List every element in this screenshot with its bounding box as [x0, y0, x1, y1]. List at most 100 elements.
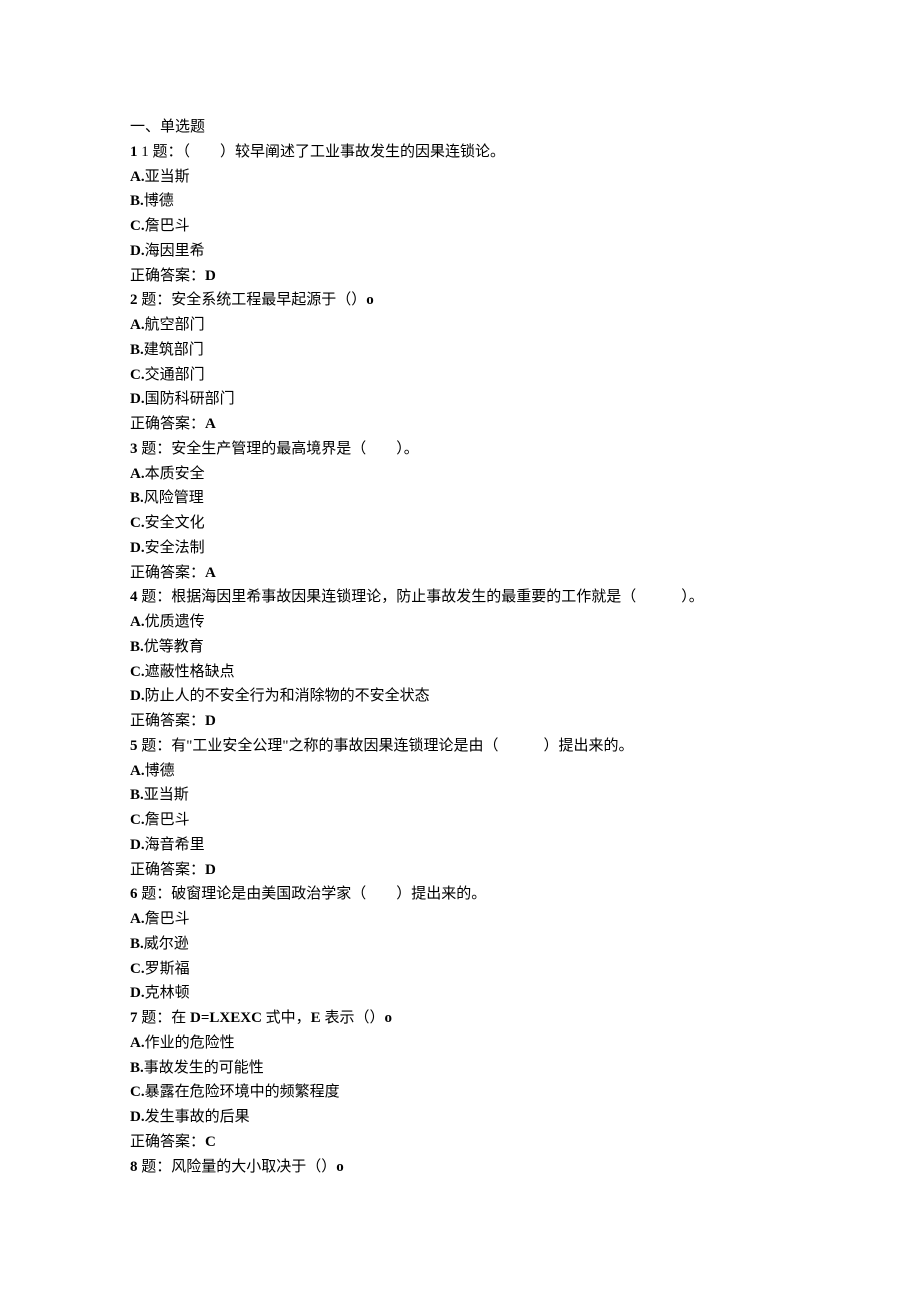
option: B.亚当斯 — [130, 783, 790, 808]
option-letter: A. — [130, 466, 145, 482]
option-letter: D. — [130, 540, 145, 556]
option-text: 威尔逊 — [144, 936, 189, 952]
option-text: 安全法制 — [145, 540, 205, 556]
option-letter: B. — [130, 193, 144, 209]
question-number: 2 — [130, 292, 138, 308]
option-text: 风险管理 — [144, 490, 204, 506]
option-text: 遮蔽性格缺点 — [145, 664, 235, 680]
question-number: 5 — [130, 738, 138, 754]
option-text: 优质遗传 — [145, 614, 205, 630]
question-header: 4 题：根据海因里希事故因果连锁理论，防止事故发生的最重要的工作就是（ ）。 — [130, 585, 790, 610]
option: C.暴露在危险环境中的频繁程度 — [130, 1080, 790, 1105]
option: B.博德 — [130, 189, 790, 214]
question-text: 1 题：（ ）较早阐述了工业事故发生的因果连锁论。 — [141, 144, 505, 160]
option: D.防止人的不安全行为和消除物的不安全状态 — [130, 684, 790, 709]
question-number: 1 — [130, 144, 138, 160]
answer-line: 正确答案：D — [130, 709, 790, 734]
answer-value: D — [205, 862, 216, 878]
option-text: 本质安全 — [145, 466, 205, 482]
option-letter: A. — [130, 1035, 145, 1051]
option-letter: B. — [130, 787, 144, 803]
question-block: 1 1 题：（ ）较早阐述了工业事故发生的因果连锁论。 A.亚当斯 B.博德 C… — [130, 140, 790, 289]
answer-line: 正确答案：D — [130, 858, 790, 883]
document-page: 一、单选题 1 1 题：（ ）较早阐述了工业事故发生的因果连锁论。 A.亚当斯 … — [0, 0, 920, 1301]
option-letter: A. — [130, 911, 145, 927]
question-block: 7 题：在 D=LXEXC 式中，E 表示（）o A.作业的危险性 B.事故发生… — [130, 1006, 790, 1155]
option-text: 事故发生的可能性 — [144, 1060, 264, 1076]
option: D.克林顿 — [130, 981, 790, 1006]
question-block: 2 题：安全系统工程最早起源于（）o A.航空部门 B.建筑部门 C.交通部门 … — [130, 288, 790, 437]
option-text: 亚当斯 — [145, 169, 190, 185]
option-text: 詹巴斗 — [145, 812, 190, 828]
option-letter: B. — [130, 1060, 144, 1076]
option-letter: A. — [130, 614, 145, 630]
option: C.交通部门 — [130, 363, 790, 388]
option-text: 克林顿 — [145, 985, 190, 1001]
option-letter: C. — [130, 218, 145, 234]
option-text: 博德 — [145, 763, 175, 779]
answer-value: D — [205, 268, 216, 284]
question-number: 6 — [130, 886, 138, 902]
option-text: 詹巴斗 — [145, 911, 190, 927]
option-letter: C. — [130, 1084, 145, 1100]
option: C.遮蔽性格缺点 — [130, 660, 790, 685]
question-number: 3 — [130, 441, 138, 457]
option: A.博德 — [130, 759, 790, 784]
option: D.安全法制 — [130, 536, 790, 561]
option: A.作业的危险性 — [130, 1031, 790, 1056]
option-text: 交通部门 — [145, 367, 205, 383]
question-header: 7 题：在 D=LXEXC 式中，E 表示（）o — [130, 1006, 790, 1031]
question-number: 4 — [130, 589, 138, 605]
option-text: 作业的危险性 — [145, 1035, 235, 1051]
question-number: 7 — [130, 1010, 138, 1026]
option-text: 罗斯福 — [145, 961, 190, 977]
option: C.安全文化 — [130, 511, 790, 536]
option-letter: D. — [130, 985, 145, 1001]
option-letter: D. — [130, 243, 145, 259]
option-letter: D. — [130, 688, 145, 704]
option: D.发生事故的后果 — [130, 1105, 790, 1130]
option-letter: C. — [130, 664, 145, 680]
option: C.詹巴斗 — [130, 808, 790, 833]
answer-value: C — [205, 1134, 216, 1150]
question-header: 3 题：安全生产管理的最高境界是（ ）。 — [130, 437, 790, 462]
answer-line: 正确答案：C — [130, 1130, 790, 1155]
question-header: 2 题：安全系统工程最早起源于（）o — [130, 288, 790, 313]
option-letter: C. — [130, 515, 145, 531]
option-letter: B. — [130, 342, 144, 358]
answer-line: 正确答案：D — [130, 264, 790, 289]
option-letter: B. — [130, 639, 144, 655]
option: B.威尔逊 — [130, 932, 790, 957]
option-letter: A. — [130, 763, 145, 779]
option-text: 暴露在危险环境中的频繁程度 — [145, 1084, 340, 1100]
option-text: 海音希里 — [145, 837, 205, 853]
answer-line: 正确答案：A — [130, 561, 790, 586]
option-letter: D. — [130, 1109, 145, 1125]
answer-value: A — [205, 565, 216, 581]
option-letter: C. — [130, 812, 145, 828]
question-block: 6 题：破窗理论是由美国政治学家（ ）提出来的。 A.詹巴斗 B.威尔逊 C.罗… — [130, 882, 790, 1006]
option: A.詹巴斗 — [130, 907, 790, 932]
question-block: 3 题：安全生产管理的最高境界是（ ）。 A.本质安全 B.风险管理 C.安全文… — [130, 437, 790, 586]
option-text: 安全文化 — [145, 515, 205, 531]
option-letter: D. — [130, 391, 145, 407]
option: B.优等教育 — [130, 635, 790, 660]
section-header: 一、单选题 — [130, 115, 790, 140]
option-text: 国防科研部门 — [145, 391, 235, 407]
option: D.海因里希 — [130, 239, 790, 264]
answer-value: D — [205, 713, 216, 729]
option-text: 建筑部门 — [144, 342, 204, 358]
option-text: 发生事故的后果 — [145, 1109, 250, 1125]
option: B.风险管理 — [130, 486, 790, 511]
option-letter: A. — [130, 169, 145, 185]
option: B.事故发生的可能性 — [130, 1056, 790, 1081]
answer-value: A — [205, 416, 216, 432]
option: A.亚当斯 — [130, 165, 790, 190]
question-header: 6 题：破窗理论是由美国政治学家（ ）提出来的。 — [130, 882, 790, 907]
question-block: 5 题：有"工业安全公理"之称的事故因果连锁理论是由（ ）提出来的。 A.博德 … — [130, 734, 790, 883]
option-text: 防止人的不安全行为和消除物的不安全状态 — [145, 688, 430, 704]
option: C.詹巴斗 — [130, 214, 790, 239]
option: A.优质遗传 — [130, 610, 790, 635]
option-text: 詹巴斗 — [145, 218, 190, 234]
option: A.本质安全 — [130, 462, 790, 487]
